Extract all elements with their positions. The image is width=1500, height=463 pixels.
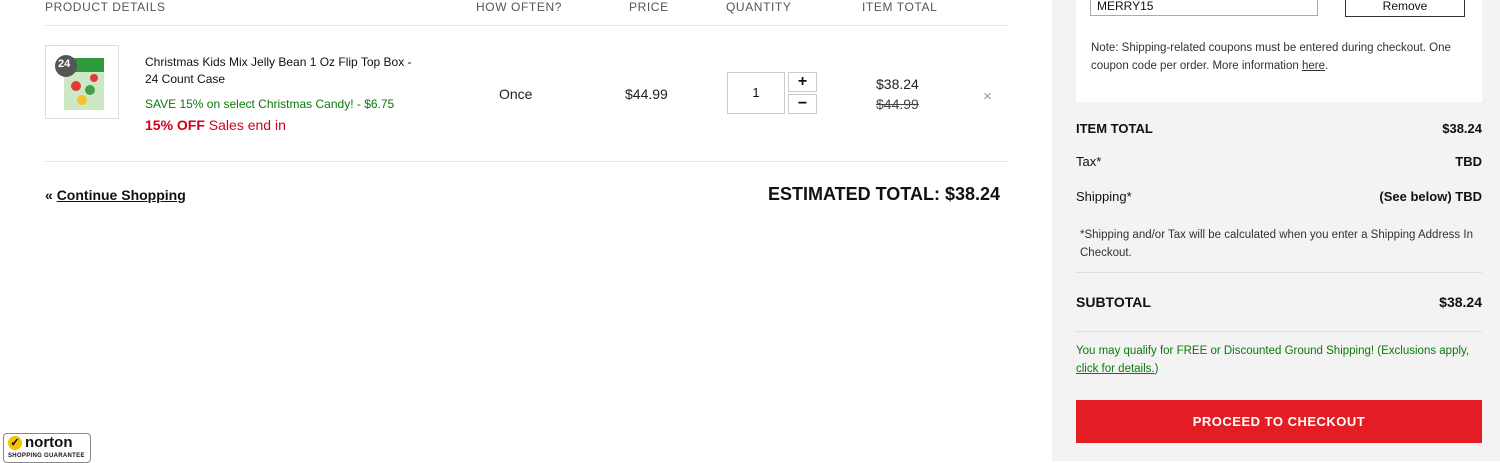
subtotal-label: SUBTOTAL: [1076, 294, 1151, 310]
thumb-count-badge: 24: [58, 58, 71, 70]
sale-banner: 15% OFF Sales end in: [145, 117, 286, 133]
continue-shopping-label: Continue Shopping: [56, 187, 186, 203]
summary-label: Tax*: [1076, 154, 1102, 169]
coupon-note: Note: Shipping-related coupons must be e…: [1091, 42, 1451, 72]
coupon-note-text: Note: Shipping-related coupons must be e…: [1091, 42, 1451, 72]
summary-value: $38.24: [1442, 121, 1482, 136]
shipping-details-link[interactable]: click for details.: [1076, 363, 1155, 375]
summary-label: Shipping*: [1076, 189, 1132, 204]
subtotal-row: SUBTOTAL $38.24: [1076, 294, 1482, 310]
checkmark-icon: ✓: [8, 436, 22, 450]
summary-value: (See below) TBD: [1379, 189, 1482, 204]
frequency-value: Once: [499, 86, 533, 102]
summary-value: TBD: [1455, 154, 1482, 169]
product-thumbnail[interactable]: 24: [45, 45, 119, 119]
sale-percent: 15% OFF: [145, 117, 205, 133]
summary-divider: [1076, 272, 1482, 273]
sale-ends-text: Sales end in: [208, 117, 286, 133]
double-chevron-left-icon: «: [45, 187, 53, 203]
subtotal-divider: [1076, 331, 1482, 332]
free-shipping-end: ): [1154, 363, 1159, 375]
shipping-tax-note: *Shipping and/or Tax will be calculated …: [1080, 229, 1473, 259]
product-name-link[interactable]: Christmas Kids Mix Jelly Bean 1 Oz Flip …: [145, 54, 425, 88]
norton-subtext: SHOPPING GUARANTEE: [8, 453, 85, 459]
free-shipping-text: You may qualify for FREE or Discounted G…: [1076, 345, 1470, 357]
subtotal-value: $38.24: [1439, 294, 1482, 310]
summary-row-tax: Tax* TBD: [1076, 154, 1482, 169]
norton-logo-text: norton: [25, 434, 73, 451]
coupon-code-input[interactable]: MERRY15: [1090, 0, 1318, 16]
price-value: $44.99: [625, 86, 668, 102]
header-item-total: ITEM TOTAL: [862, 0, 938, 14]
header-how-often: HOW OFTEN?: [476, 0, 562, 14]
more-info-link[interactable]: here: [1302, 60, 1325, 72]
promo-text: SAVE 15% on select Christmas Candy! - $6…: [145, 97, 395, 111]
quantity-decrease-button[interactable]: −: [788, 94, 817, 114]
summary-row-item-total: ITEM TOTAL $38.24: [1076, 121, 1482, 136]
remove-item-icon[interactable]: ×: [983, 88, 992, 105]
continue-shopping-link[interactable]: « Continue Shopping: [45, 187, 186, 203]
header-product-details: PRODUCT DETAILS: [45, 0, 166, 14]
header-price: PRICE: [629, 0, 669, 14]
header-quantity: QUANTITY: [726, 0, 792, 14]
summary-label: ITEM TOTAL: [1076, 121, 1153, 136]
proceed-to-checkout-button[interactable]: PROCEED TO CHECKOUT: [1076, 400, 1482, 443]
item-divider: [45, 161, 1008, 162]
remove-coupon-button[interactable]: Remove: [1345, 0, 1465, 17]
estimated-total: ESTIMATED TOTAL: $38.24: [767, 184, 1000, 204]
item-total-value: $38.24: [876, 76, 919, 92]
quantity-input[interactable]: 1: [727, 72, 785, 114]
header-divider: [45, 25, 1008, 26]
norton-badge[interactable]: ✓ norton SHOPPING GUARANTEE: [3, 433, 91, 463]
item-original-total: $44.99: [876, 96, 919, 112]
free-shipping-note: You may qualify for FREE or Discounted G…: [1076, 342, 1476, 378]
quantity-increase-button[interactable]: +: [788, 72, 817, 92]
jelly-bean-box-image: [55, 55, 104, 110]
summary-row-shipping: Shipping* (See below) TBD: [1076, 189, 1482, 204]
